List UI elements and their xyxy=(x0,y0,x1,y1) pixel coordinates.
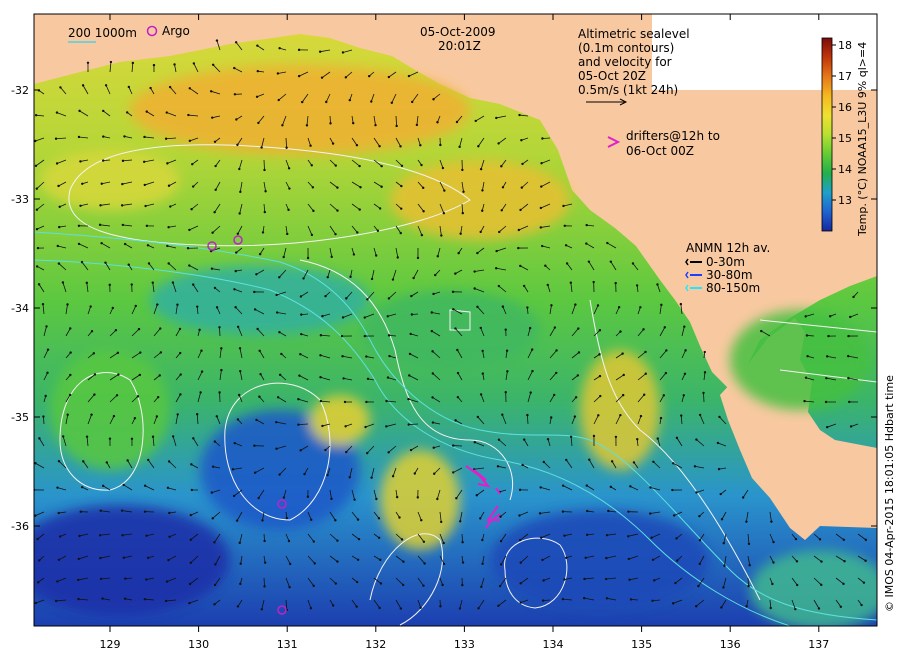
argo-legend-label: Argo xyxy=(162,24,190,38)
map-time: 20:01Z xyxy=(438,39,481,53)
y-tick-label: -32 xyxy=(11,84,29,97)
colorbar-scale xyxy=(821,37,833,232)
anmn-item-label: 0-30m xyxy=(706,255,745,269)
altimetry-line-5: 0.5m/s (1kt 24h) xyxy=(578,83,678,97)
altimetry-line-1: Altimetric sealevel xyxy=(578,27,690,41)
drifter-line-2: 06-Oct 00Z xyxy=(626,144,694,158)
x-tick-label: 137 xyxy=(808,638,829,651)
colorbar-tick: 13 xyxy=(838,194,852,207)
colorbar-label: Temp. (°C) NOAA15_L3U 9% ql>=4 xyxy=(856,42,869,237)
y-tick-label: -36 xyxy=(11,520,29,533)
x-tick-label: 130 xyxy=(188,638,209,651)
y-tick-label: -35 xyxy=(11,411,29,424)
x-tick-label: 135 xyxy=(631,638,652,651)
x-tick-label: 129 xyxy=(100,638,121,651)
y-tick-label: -34 xyxy=(11,302,29,315)
contour-legend-label: 200 1000m xyxy=(68,26,137,40)
x-tick-label: 131 xyxy=(277,638,298,651)
colorbar-tick: 15 xyxy=(838,132,852,145)
anmn-title: ANMN 12h av. xyxy=(686,241,770,255)
x-tick-label: 133 xyxy=(454,638,475,651)
altimetry-line-3: and velocity for xyxy=(578,55,672,69)
colorbar-tick: 14 xyxy=(838,163,852,176)
sst-map: 129 130 131 132 133 134 135 136 137 -32 -33 -34 -35… xyxy=(11,13,896,651)
anmn-item-label: 80-150m xyxy=(706,281,760,295)
altimetry-line-4: 05-Oct 20Z xyxy=(578,69,646,83)
x-tick-label: 132 xyxy=(365,638,386,651)
colorbar-tick: 17 xyxy=(838,70,852,83)
map-date: 05-Oct-2009 xyxy=(420,25,496,39)
anmn-item-label: 30-80m xyxy=(706,268,753,282)
x-tick-label: 134 xyxy=(543,638,564,651)
drifter-line-1: drifters@12h to xyxy=(626,129,720,143)
colorbar-tick: 16 xyxy=(838,101,852,114)
credit-text: © IMOS 04-Apr-2015 18:01:05 Hdbart time xyxy=(883,375,896,612)
altimetry-line-2: (0.1m contours) xyxy=(578,41,674,55)
y-tick-label: -33 xyxy=(11,193,29,206)
colorbar-tick: 18 xyxy=(838,39,852,52)
x-tick-label: 136 xyxy=(720,638,741,651)
